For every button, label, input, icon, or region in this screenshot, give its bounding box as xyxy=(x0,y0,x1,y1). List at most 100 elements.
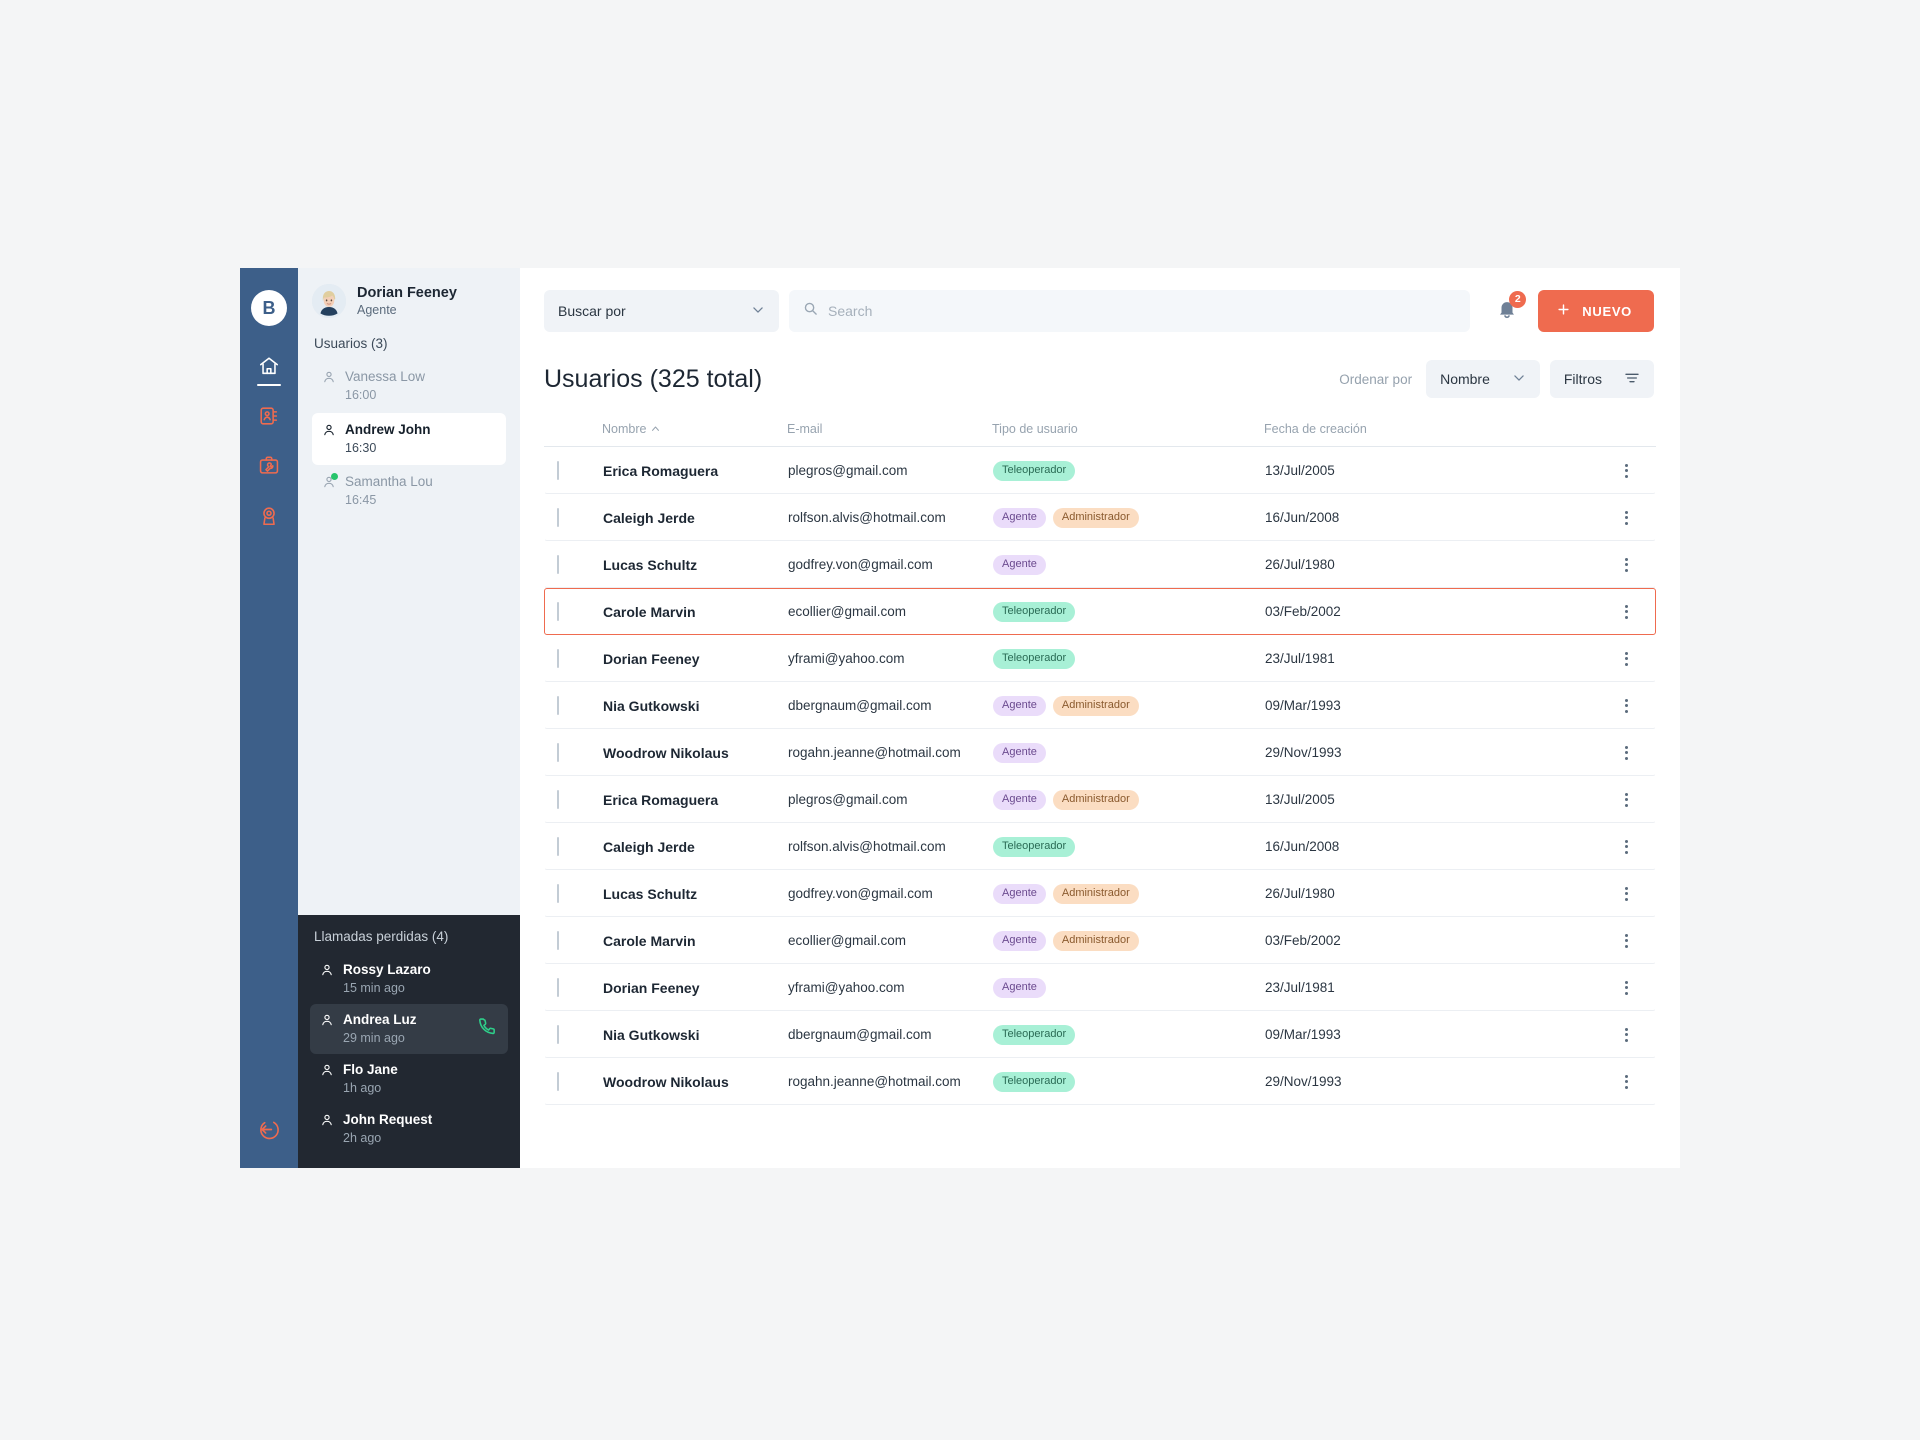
table-row[interactable]: Caleigh Jerde rolfson.alvis@hotmail.com Ag… xyxy=(544,494,1656,541)
row-checkbox[interactable] xyxy=(557,977,559,997)
table-row[interactable]: Erica Romaguera plegros@gmail.com Teleoper… xyxy=(544,447,1656,494)
table-row[interactable]: Erica Romaguera plegros@gmail.com Agente Ad… xyxy=(544,776,1656,823)
user-list-item[interactable]: Samantha Lou 16:45 xyxy=(312,465,506,517)
row-actions-menu-icon[interactable] xyxy=(1624,839,1628,854)
search-input[interactable] xyxy=(828,303,1457,319)
cell-fecha-de-creacion: 09/Mar/1993 xyxy=(1265,1027,1341,1042)
row-checkbox[interactable] xyxy=(557,930,559,950)
row-actions-menu-icon[interactable] xyxy=(1624,792,1628,807)
column-header-nombre[interactable]: Nombre xyxy=(602,422,787,436)
table-header-row: Nombre E-mail Tipo de usuario Fecha de c… xyxy=(544,422,1656,447)
row-actions-menu-icon[interactable] xyxy=(1624,698,1628,713)
user-list-item[interactable]: Vanessa Low 16:00 xyxy=(312,360,506,412)
missed-call-item[interactable]: Rossy Lazaro 15 min ago xyxy=(310,954,508,1004)
rail-item-contacts[interactable] xyxy=(246,394,292,438)
new-button[interactable]: NUEVO xyxy=(1538,290,1654,332)
user-type-badge: Teleoperador xyxy=(993,1025,1076,1045)
cell-fecha-de-creacion: 23/Jul/1981 xyxy=(1265,651,1335,666)
table-row[interactable]: Nia Gutkowski dbergnaum@gmail.com Teleoper… xyxy=(544,1011,1656,1058)
table-row[interactable]: Nia Gutkowski dbergnaum@gmail.com Agente Ad… xyxy=(544,682,1656,729)
table-row[interactable]: Caleigh Jerde rolfson.alvis@hotmail.com Te… xyxy=(544,823,1656,870)
filters-button[interactable]: Filtros xyxy=(1549,360,1654,398)
cell-nombre: Dorian Feeney xyxy=(603,979,700,996)
row-checkbox[interactable] xyxy=(557,789,559,809)
cell-fecha-de-creacion: 29/Nov/1993 xyxy=(1265,745,1342,760)
row-actions-menu-icon[interactable] xyxy=(1624,886,1628,901)
rail-item-toolbox[interactable] xyxy=(246,444,292,488)
missed-call-item[interactable]: Flo Jane 1h ago xyxy=(310,1054,508,1104)
user-type-badge: Administrador xyxy=(1052,931,1139,951)
rail-item-home[interactable] xyxy=(246,344,292,388)
cell-tipo-de-usuario: Agente Administrador xyxy=(993,930,1265,951)
row-checkbox[interactable] xyxy=(557,742,559,762)
row-actions-menu-icon[interactable] xyxy=(1624,510,1628,525)
user-type-badge: Agente xyxy=(993,931,1046,951)
missed-calls-title: Llamadas perdidas (4) xyxy=(314,928,449,944)
rail-item-support[interactable] xyxy=(246,494,292,538)
cell-tipo-de-usuario: Teleoperador xyxy=(993,460,1265,481)
cell-nombre: Woodrow Nikolaus xyxy=(603,1073,729,1090)
cell-tipo-de-usuario: Teleoperador xyxy=(993,1024,1265,1045)
person-icon xyxy=(322,368,336,389)
user-list-item[interactable]: Andrew John 16:30 xyxy=(312,412,506,465)
row-checkbox[interactable] xyxy=(557,1071,559,1091)
row-checkbox[interactable] xyxy=(557,601,559,621)
cell-nombre: Lucas Schultz xyxy=(603,885,698,902)
cell-tipo-de-usuario: Teleoperador xyxy=(993,601,1265,622)
profile-block[interactable]: Dorian Feeney Agente xyxy=(312,284,506,319)
table-row[interactable]: Dorian Feeney yframi@yahoo.com Teleoperado… xyxy=(544,635,1656,682)
row-checkbox[interactable] xyxy=(557,836,559,856)
missed-call-item[interactable]: Andrea Luz 29 min ago xyxy=(310,1003,508,1054)
row-actions-menu-icon[interactable] xyxy=(1624,1027,1628,1042)
row-actions-menu-icon[interactable] xyxy=(1624,980,1628,995)
person-icon xyxy=(322,472,338,494)
row-actions-menu-icon[interactable] xyxy=(1624,604,1628,619)
cell-nombre: Carole Marvin xyxy=(603,603,696,620)
user-list-item-time: 16:45 xyxy=(345,492,377,507)
app-logo[interactable]: B xyxy=(251,290,287,326)
toolbox-icon xyxy=(258,455,280,477)
table-row[interactable]: Carole Marvin ecollier@gmail.com Teleopera… xyxy=(544,588,1656,635)
cell-nombre: Dorian Feeney xyxy=(603,650,700,667)
row-checkbox[interactable] xyxy=(557,648,559,668)
notifications-button[interactable]: 2 xyxy=(1496,290,1527,325)
search-box[interactable] xyxy=(789,290,1471,332)
row-checkbox[interactable] xyxy=(557,1024,559,1044)
call-back-button[interactable] xyxy=(477,1016,498,1042)
row-actions-menu-icon[interactable] xyxy=(1624,557,1628,572)
column-header-email[interactable]: E-mail xyxy=(787,422,992,436)
row-actions-menu-icon[interactable] xyxy=(1624,651,1628,666)
row-actions-menu-icon[interactable] xyxy=(1624,463,1628,478)
table-row[interactable]: Lucas Schultz godfrey.von@gmail.com Agente… xyxy=(544,541,1656,588)
cell-nombre: Carole Marvin xyxy=(603,932,696,949)
column-header-fecha[interactable]: Fecha de creación xyxy=(1264,422,1610,436)
cell-email: plegros@gmail.com xyxy=(788,463,908,478)
sort-select[interactable]: Nombre xyxy=(1426,360,1540,398)
cell-nombre: Caleigh Jerde xyxy=(603,509,695,526)
row-checkbox[interactable] xyxy=(557,460,559,480)
user-type-badge: Agente xyxy=(993,790,1046,810)
panel-top: Dorian Feeney Agente Usuarios (3) Vaness… xyxy=(298,268,520,915)
table-row[interactable]: Woodrow Nikolaus rogahn.jeanne@hotmail.co… xyxy=(544,1058,1656,1105)
missed-call-item[interactable]: John Request 2h ago xyxy=(310,1104,508,1154)
missed-call-name: Andrea Luz xyxy=(343,1011,417,1027)
table-row[interactable]: Woodrow Nikolaus rogahn.jeanne@hotmail.co… xyxy=(544,729,1656,776)
row-actions-menu-icon[interactable] xyxy=(1624,1074,1628,1089)
table-row[interactable]: Carole Marvin ecollier@gmail.com Agente Adm… xyxy=(544,917,1656,964)
search-by-select[interactable]: Buscar por xyxy=(544,290,779,332)
row-actions-menu-icon[interactable] xyxy=(1624,745,1628,760)
row-checkbox[interactable] xyxy=(557,883,559,903)
row-actions-menu-icon[interactable] xyxy=(1624,933,1628,948)
rail-logout[interactable] xyxy=(240,1118,298,1146)
row-checkbox[interactable] xyxy=(557,554,559,574)
cell-tipo-de-usuario: Agente xyxy=(993,742,1265,763)
table-row[interactable]: Lucas Schultz godfrey.von@gmail.com Agente… xyxy=(544,870,1656,917)
missed-call-name: Rossy Lazaro xyxy=(343,961,431,977)
row-checkbox[interactable] xyxy=(557,695,559,715)
column-header-tipo[interactable]: Tipo de usuario xyxy=(992,422,1264,436)
table-row[interactable]: Dorian Feeney yframi@yahoo.com Agente 23/Ju… xyxy=(544,964,1656,1011)
cell-tipo-de-usuario: Agente Administrador xyxy=(993,883,1265,904)
cell-tipo-de-usuario: Teleoperador xyxy=(993,648,1265,669)
toolbar: Buscar por 2 xyxy=(520,268,1680,332)
row-checkbox[interactable] xyxy=(557,507,559,527)
